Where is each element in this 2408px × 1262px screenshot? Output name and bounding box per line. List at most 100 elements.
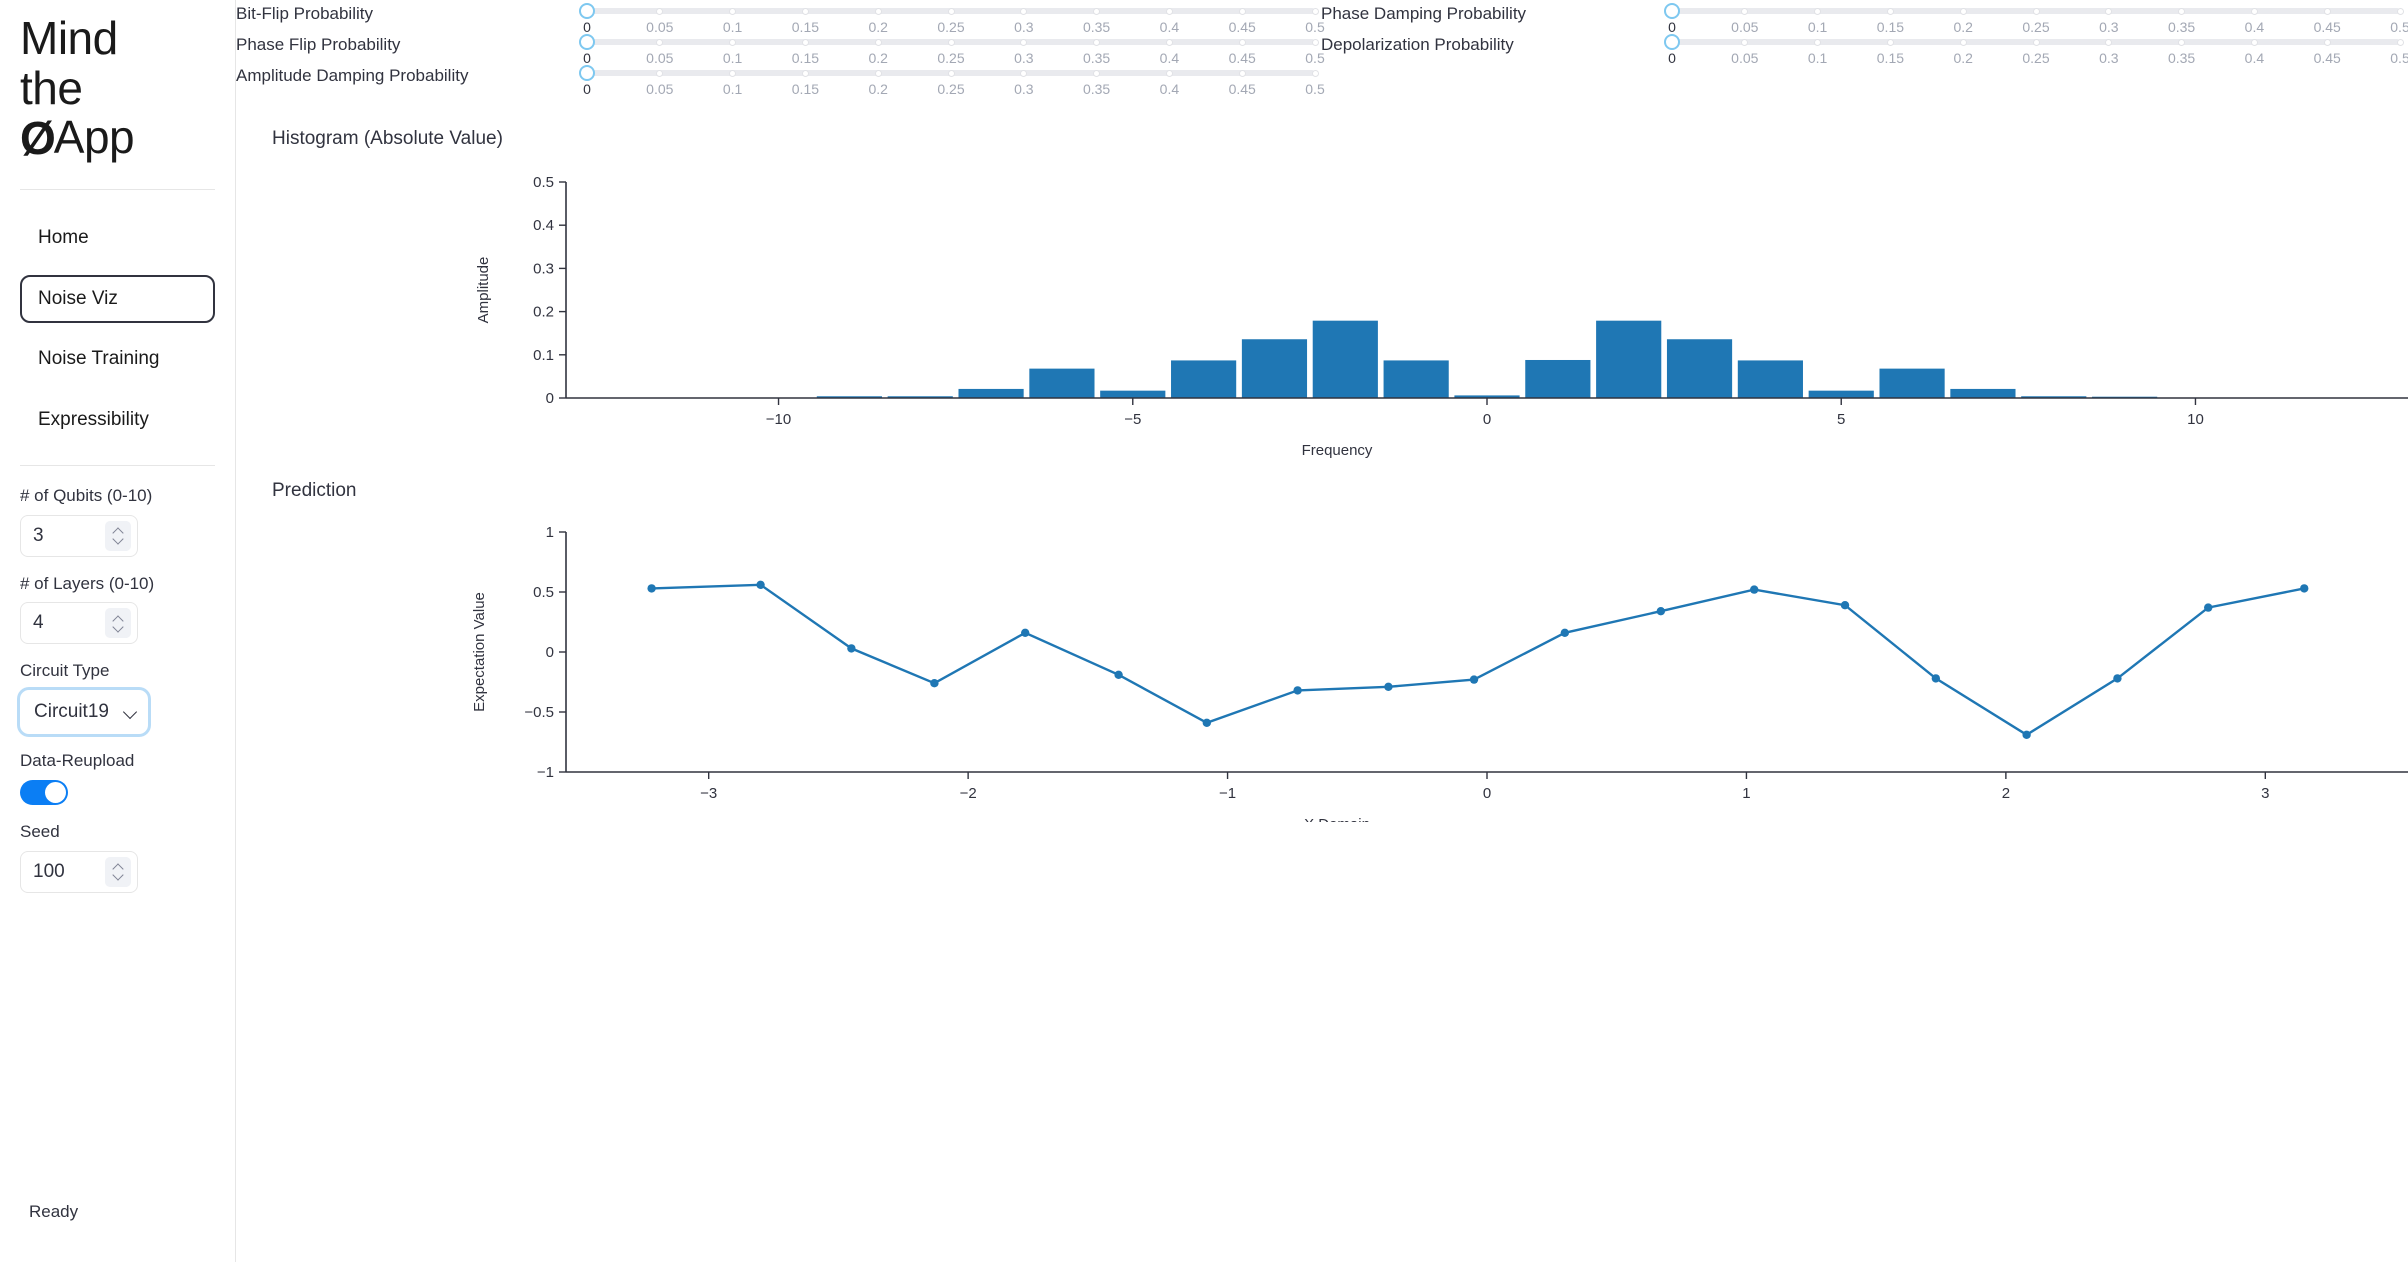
slider-tick-label: 0.3 (2099, 50, 2119, 66)
slider-track[interactable] (1664, 3, 2404, 19)
prediction-data-point (1384, 682, 1393, 691)
histogram-bar (1950, 388, 2016, 398)
slider-tick-labels: 0 0.05 0.1 0.15 0.2 0.25 0.3 0.35 0.4 0.45 0.5 (1666, 50, 2408, 70)
slider-tick (1020, 38, 1028, 46)
histogram-x-tick-label: −5 (1124, 411, 1141, 428)
slider-tick (1311, 7, 1319, 15)
slider-tick-label: 0.15 (1876, 50, 1905, 66)
slider-tick (1093, 38, 1101, 46)
histogram-bar (1666, 339, 1733, 398)
slider-thumb[interactable] (1664, 34, 1680, 50)
slider-tick (1238, 69, 1246, 77)
histogram-bar (1312, 320, 1378, 398)
slider-tick (1165, 7, 1173, 15)
slider-thumb[interactable] (579, 65, 595, 81)
slider-tick-label: 0.1 (1807, 50, 1828, 66)
data-reupload-toggle[interactable] (20, 779, 68, 805)
slider-tick (2105, 38, 2113, 46)
slider-tick (801, 38, 809, 46)
histogram-y-axis-label: Amplitude (475, 257, 492, 324)
slider-tick (1020, 7, 1028, 15)
slider-track[interactable] (1664, 34, 2404, 50)
prediction-data-point (1114, 670, 1123, 679)
seed-stepper[interactable] (105, 856, 131, 887)
prediction-data-point (1293, 686, 1302, 695)
slider-track[interactable] (579, 65, 1319, 81)
histogram-bar (1029, 368, 1095, 398)
noise-slider-row: Amplitude Damping Probability 0 0.05 0.1 0.1… (236, 62, 1325, 97)
slider-tick (874, 38, 882, 46)
histogram-svg: 0 0.1 0.2 0.3 0.4 0.5 Amplitude −10 −5 0 5 10 Freque… (475, 174, 2408, 459)
slider-tick-label: 0.2 (1953, 50, 1973, 66)
slider-tick (1093, 69, 1101, 77)
slider-tick (947, 38, 955, 46)
sidebar-item-noise-training[interactable]: Noise Training (20, 335, 215, 384)
histogram-y-tick-label: 0.5 (533, 174, 554, 191)
histogram-bar (1596, 320, 1662, 398)
slider-tick-label: 0.4 (1159, 81, 1180, 97)
histogram-x-tick-label: −10 (766, 411, 791, 428)
prediction-data-point (1560, 628, 1570, 637)
noise-slider-control[interactable]: 0 0.05 0.1 0.15 0.2 0.25 0.3 0.35 0.4 0.45 0.5 (1664, 31, 2408, 70)
histogram-chart-block: Histogram (Absolute Value) 0 0.1 0.2 0.3 0.4… (236, 128, 2408, 470)
qubits-input[interactable]: 3 (20, 514, 138, 557)
prediction-y-tick-label: −1 (537, 764, 554, 781)
logo-app-text: App (53, 111, 135, 164)
prediction-data-point (2022, 730, 2031, 739)
noise-slider-label: Phase Damping Probability (1321, 4, 1527, 23)
slider-thumb[interactable] (579, 34, 595, 50)
prediction-x-tick-label: 2 (2002, 785, 2010, 802)
slider-thumb[interactable] (579, 3, 595, 19)
slider-tick (2323, 7, 2331, 15)
prediction-data-point (2300, 584, 2309, 593)
sidebar-divider-mid (20, 464, 215, 466)
prediction-svg: −1 −0.5 0 0.5 1 Expectation Value −3 −2 −1 0 1 2 3 X … (471, 524, 2408, 822)
prediction-y-tick-label: −0.5 (524, 704, 554, 721)
noise-slider-label: Amplitude Damping Probability (236, 66, 469, 85)
slider-tick-label: 0 (583, 81, 591, 97)
prediction-data-point (647, 584, 656, 593)
qubits-stepper[interactable] (105, 520, 131, 551)
slider-tick-label: 0.2 (868, 81, 888, 97)
prediction-y-tick-label: 0.5 (533, 584, 554, 601)
slider-tick (1886, 38, 1894, 46)
circuit-type-field: Circuit Type Circuit19 (20, 659, 215, 735)
slider-tick-label: 0.3 (1014, 81, 1034, 97)
histogram-bar (1808, 390, 1874, 398)
chevron-down-icon (125, 707, 136, 718)
slider-tick (1311, 69, 1319, 77)
prediction-x-tick-label: −2 (960, 785, 977, 802)
histogram-x-axis-label: Frequency (1302, 442, 1373, 459)
status-text: Ready (29, 1202, 79, 1221)
prediction-data-point (930, 679, 939, 688)
prediction-y-tick-label: 1 (546, 524, 554, 541)
prediction-data-point (1021, 628, 1030, 637)
app-root: Mind the ØApp Home Noise Viz Noise Train… (0, 0, 2408, 1262)
slider-tick (1311, 38, 1319, 46)
sidebar-item-home[interactable]: Home (20, 214, 215, 263)
noise-slider-label: Depolarization Probability (1321, 35, 1514, 54)
circuit-type-select[interactable]: Circuit19 (20, 690, 148, 735)
prediction-line (651, 583, 2305, 737)
chevron-down-icon (114, 873, 123, 878)
slider-tick (1020, 69, 1028, 77)
histogram-bar (1171, 360, 1237, 398)
layers-stepper[interactable] (105, 608, 131, 639)
slider-tick (2250, 38, 2258, 46)
slider-tick (729, 7, 737, 15)
sidebar-item-noise-viz[interactable]: Noise Viz (20, 274, 215, 324)
noise-slider-control[interactable]: 0 0.05 0.1 0.15 0.2 0.25 0.3 0.35 0.4 0.45 0.5 (579, 62, 1325, 101)
slider-tick-label: 0.1 (722, 81, 743, 97)
slider-tick (656, 38, 664, 46)
seed-field: Seed 100 (20, 820, 215, 893)
slider-thumb[interactable] (1664, 3, 1680, 19)
seed-input[interactable]: 100 (20, 850, 138, 893)
slider-tick-label: 0.25 (937, 81, 965, 97)
sidebar-item-expressibility[interactable]: Expressibility (20, 396, 215, 445)
histogram-bar (1737, 360, 1803, 398)
slider-track[interactable] (579, 3, 1319, 19)
slider-tick (1959, 38, 1967, 46)
slider-track[interactable] (579, 34, 1319, 50)
layers-input[interactable]: 4 (20, 602, 138, 645)
histogram-title: Histogram (Absolute Value) (272, 128, 503, 149)
